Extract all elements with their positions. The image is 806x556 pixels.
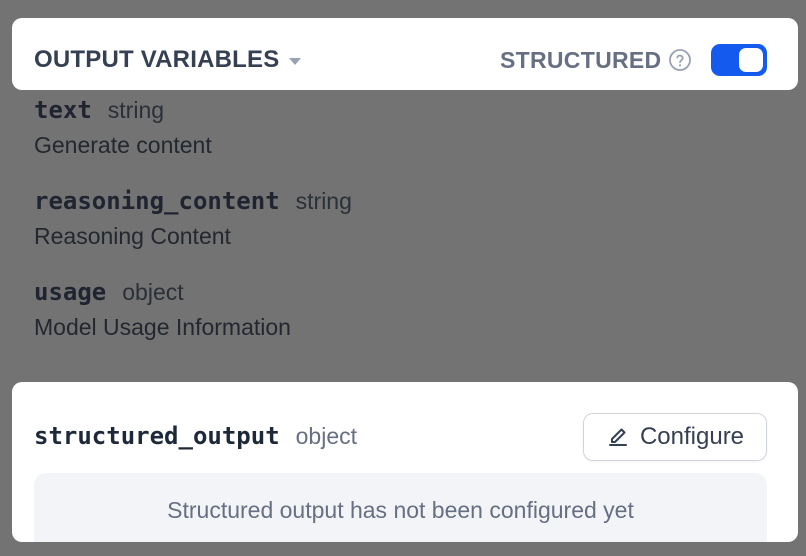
header-title: OUTPUT VARIABLES (34, 46, 280, 73)
variable-item: reasoning_content string Reasoning Conte… (34, 187, 352, 250)
structured-output-header: structured_output object (34, 422, 357, 450)
output-variables-panel: OUTPUT VARIABLES STRUCTURED text string … (0, 0, 806, 556)
structured-output-empty-state: Structured output has not been configure… (34, 473, 767, 542)
variable-type: string (295, 188, 352, 214)
question-circle-icon[interactable] (668, 48, 692, 72)
structured-output-name: structured_output (34, 422, 280, 450)
variable-name: usage (34, 278, 107, 306)
pencil-icon (608, 428, 627, 446)
structured-output-type: object (295, 423, 358, 449)
configure-label: Configure (639, 423, 745, 450)
output-variables-header: OUTPUT VARIABLES STRUCTURED (12, 18, 798, 90)
variable-type: string (107, 97, 165, 123)
variable-item: usage object Model Usage Information (34, 278, 291, 341)
variable-name: text (34, 96, 92, 124)
structured-output-card: structured_output object Configure Struc… (12, 382, 798, 542)
toggle-knob (739, 48, 763, 72)
caret-down-icon (289, 57, 302, 65)
structured-toggle[interactable] (711, 44, 767, 76)
variable-type: object (122, 279, 184, 305)
variable-description: Generate content (34, 132, 212, 158)
output-variables-toggle[interactable]: OUTPUT VARIABLES (34, 45, 302, 75)
structured-label: STRUCTURED (500, 47, 662, 73)
variable-name: reasoning_content (34, 187, 280, 215)
variable-description: Model Usage Information (34, 314, 291, 340)
empty-state-message: Structured output has not been configure… (167, 497, 634, 523)
configure-button[interactable]: Configure (583, 413, 767, 461)
variable-description: Reasoning Content (34, 223, 231, 249)
variable-item: text string Generate content (34, 96, 212, 159)
